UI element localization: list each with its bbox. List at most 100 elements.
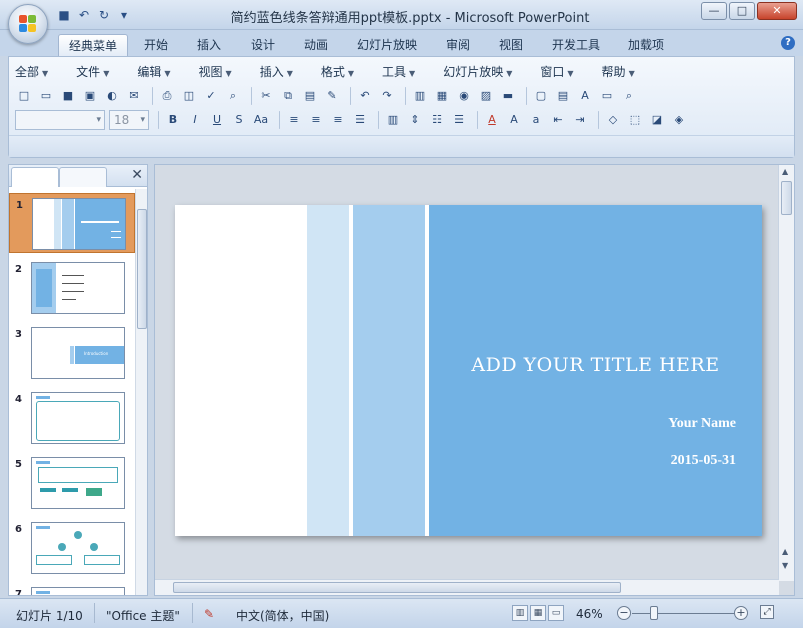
zoom-level[interactable]: 46% [576,607,603,621]
menu-window[interactable]: 窗口 ▼ [540,63,573,81]
undo-icon[interactable]: ↶ [356,87,374,105]
tab-design[interactable]: 设计 [241,34,285,56]
scrollbar-thumb[interactable] [173,582,621,593]
minimize-button[interactable]: — [701,2,727,20]
quick-styles-icon[interactable]: ◪ [648,111,666,129]
bullets-icon[interactable]: ☰ [450,111,468,129]
menu-tools[interactable]: 工具 ▼ [382,63,415,81]
zoom-in-icon[interactable]: + [734,606,748,620]
font-size-select[interactable]: 18 [109,110,149,130]
help-icon[interactable]: ? [781,36,795,50]
tab-slides[interactable] [11,167,59,187]
cut-icon[interactable]: ✂ [257,87,275,105]
tab-classic-menu[interactable]: 经典菜单 [58,34,129,56]
paste-icon[interactable]: ▤ [301,87,319,105]
customize-qat-icon[interactable]: ▾ [116,7,132,23]
textbox-icon[interactable]: A [576,87,594,105]
slide-title[interactable]: ADD YOUR TITLE HERE [429,354,762,376]
save-as-icon[interactable]: ▣ [81,87,99,105]
format-painter-icon[interactable]: ✎ [323,87,341,105]
numbering-icon[interactable]: ☷ [428,111,446,129]
close-button[interactable]: ✕ [757,2,797,20]
zoom-icon[interactable]: ⌕ [620,87,638,105]
tab-developer[interactable]: 开发工具 [542,34,610,56]
send-icon[interactable]: ✉ [125,87,143,105]
tab-outline[interactable] [59,167,107,187]
redo-icon[interactable]: ↻ [96,7,112,23]
open-folder-icon[interactable]: ▭ [37,87,55,105]
print-icon[interactable]: ⎙ [158,87,176,105]
slideshow-view-icon[interactable]: ▭ [548,605,564,621]
font-color-icon[interactable]: A [483,111,501,129]
maximize-button[interactable]: □ [729,2,755,20]
tab-slideshow[interactable]: 幻灯片放映 [347,34,427,56]
decrease-indent-icon[interactable]: ⇤ [549,111,567,129]
shadow-icon[interactable]: S [230,111,248,129]
scroll-up-icon[interactable]: ▲ [782,167,788,176]
slide-thumbnail[interactable]: 3 Introduction [9,323,135,383]
slide-author[interactable]: Your Name [668,416,736,432]
current-slide[interactable]: ADD YOUR TITLE HERE Your Name 2015-05-31 [175,205,762,536]
spelling-icon[interactable]: ✓ [202,87,220,105]
tab-addins[interactable]: 加载项 [618,34,674,56]
menu-view[interactable]: 视图 ▼ [199,63,232,81]
research-icon[interactable]: ⌕ [224,87,242,105]
permission-icon[interactable]: ◐ [103,87,121,105]
menu-slideshow[interactable]: 幻灯片放映 ▼ [443,63,512,81]
align-center-icon[interactable]: ≡ [307,111,325,129]
columns-icon[interactable]: ▥ [384,111,402,129]
underline-icon[interactable]: U [208,111,226,129]
align-left-icon[interactable]: ≡ [285,111,303,129]
italic-icon[interactable]: I [186,111,204,129]
theme-name[interactable]: "Office 主题" [106,607,180,624]
slide-thumbnail[interactable]: 5 [9,453,135,513]
align-right-icon[interactable]: ≡ [329,111,347,129]
scrollbar-thumb[interactable] [137,209,147,329]
editor-vertical-scrollbar[interactable]: ▲ ▲ ▼ [778,165,794,581]
spell-check-icon[interactable]: ✎ [204,607,214,621]
arrange-icon[interactable]: ⬚ [626,111,644,129]
table-icon[interactable]: ▦ [433,87,451,105]
increase-indent-icon[interactable]: ⇥ [571,111,589,129]
grow-font-icon[interactable]: A [505,111,523,129]
change-case-icon[interactable]: Aa [252,111,270,129]
slide-sorter-icon[interactable]: ▦ [530,605,546,621]
bold-icon[interactable]: B [164,111,182,129]
chart-icon[interactable]: ▥ [411,87,429,105]
fit-to-window-icon[interactable]: ⤢ [760,605,774,619]
slide-date[interactable]: 2015-05-31 [671,453,736,469]
tab-review[interactable]: 审阅 [436,34,480,56]
scrollbar-thumb[interactable] [781,181,792,215]
copy-icon[interactable]: ⧉ [279,87,297,105]
line-spacing-icon[interactable]: ⇕ [406,111,424,129]
layout-icon[interactable]: ▤ [554,87,572,105]
zoom-out-icon[interactable]: − [617,606,631,620]
slide-thumbnail[interactable]: 4 [9,388,135,448]
slides-scrollbar[interactable] [135,189,147,595]
folder-icon[interactable]: ▭ [598,87,616,105]
tab-home[interactable]: 开始 [134,34,178,56]
slide-thumbnail[interactable]: 1 [9,193,135,253]
new-slide-icon[interactable]: ▢ [532,87,550,105]
menu-all[interactable]: 全部 ▼ [15,63,48,81]
office-button[interactable] [8,4,48,44]
color-grayscale-icon[interactable]: ▬ [499,87,517,105]
next-slide-icon[interactable]: ▼ [782,561,788,570]
slide-thumbnail[interactable]: 7 [9,583,135,595]
menu-help[interactable]: 帮助 ▼ [602,63,635,81]
tab-insert[interactable]: 插入 [187,34,231,56]
menu-edit[interactable]: 编辑 ▼ [137,63,170,81]
tab-view[interactable]: 视图 [489,34,533,56]
language-indicator[interactable]: 中文(简体，中国) [236,607,329,624]
normal-view-icon[interactable]: ▥ [512,605,528,621]
menu-file[interactable]: 文件 ▼ [76,63,109,81]
menu-insert[interactable]: 插入 ▼ [260,63,293,81]
slide-thumbnail[interactable]: 2 [9,258,135,318]
shapes-icon[interactable]: ◇ [604,111,622,129]
justify-icon[interactable]: ☰ [351,111,369,129]
shape-fill-icon[interactable]: ◈ [670,111,688,129]
shrink-font-icon[interactable]: a [527,111,545,129]
zoom-slider-track[interactable] [632,613,736,614]
zoom-slider-thumb[interactable] [650,606,658,620]
tab-animation[interactable]: 动画 [294,34,338,56]
